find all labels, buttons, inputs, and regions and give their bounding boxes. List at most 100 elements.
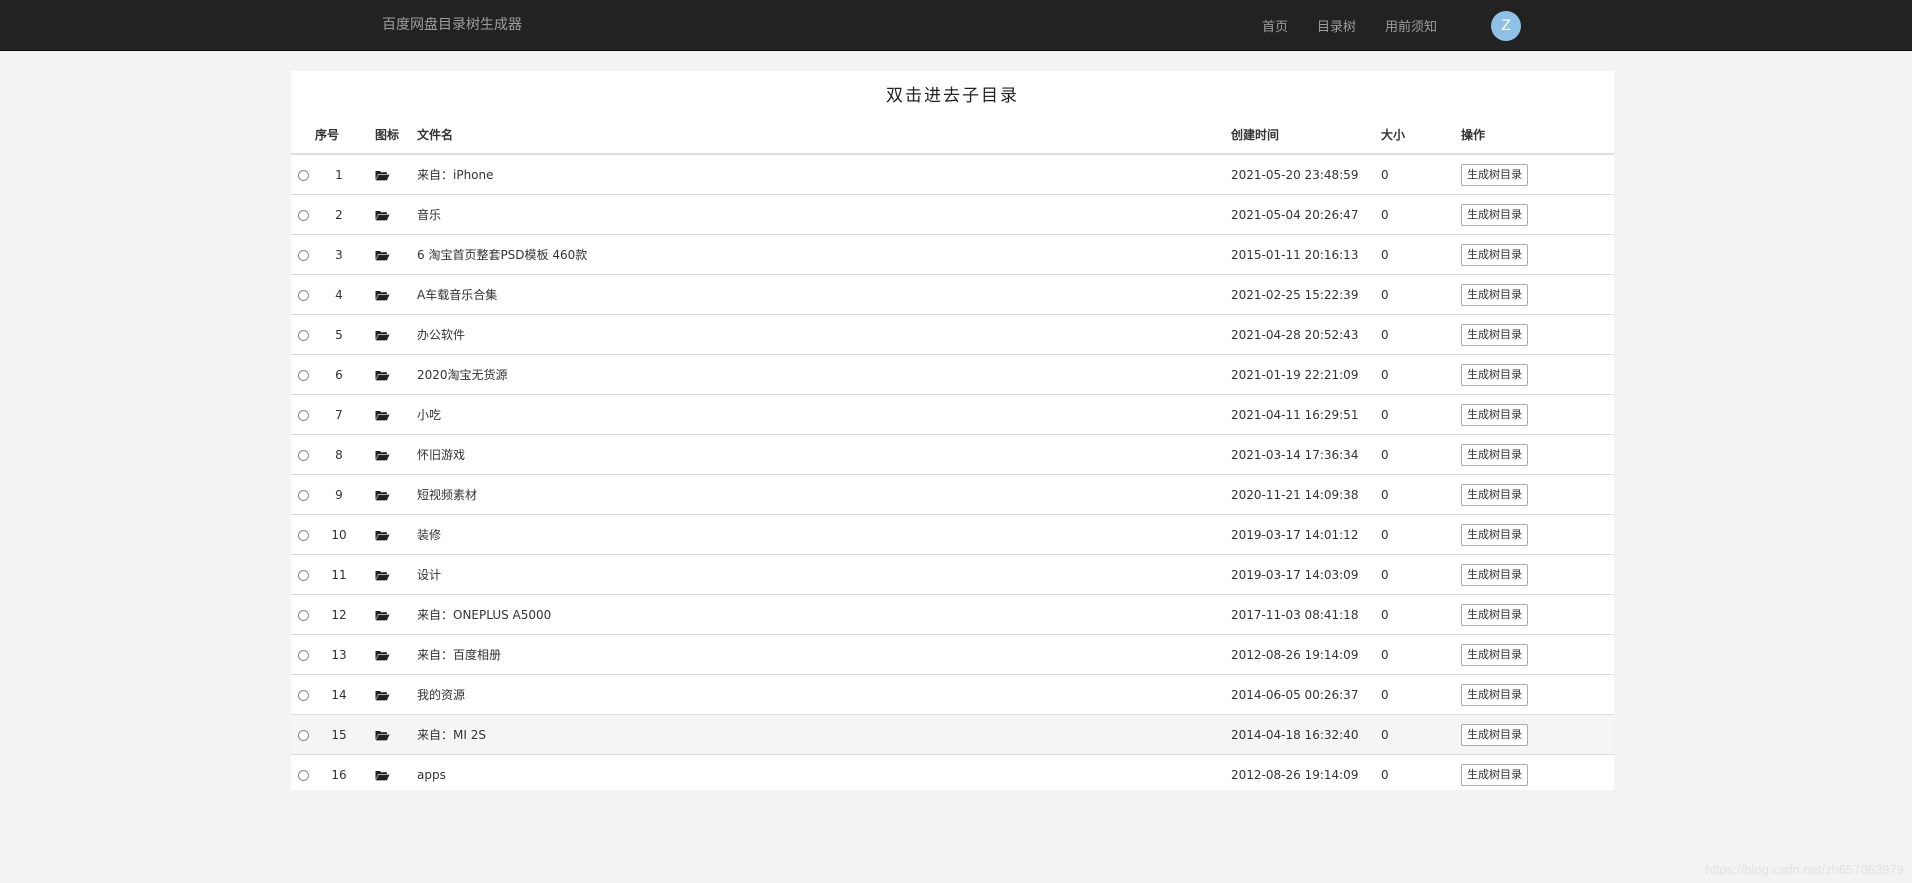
generate-tree-button[interactable]: 生成树目录 <box>1461 243 1528 266</box>
row-select-cell <box>291 154 315 195</box>
generate-tree-button[interactable]: 生成树目录 <box>1461 363 1528 386</box>
row-radio[interactable] <box>297 609 309 621</box>
row-radio[interactable] <box>297 289 309 301</box>
table-row[interactable]: 5 办公软件 2021-04-28 20:52:43 0 生成树目录 <box>291 314 1614 355</box>
nav-links: 首页 目录树 用前须知 <box>1262 0 1466 51</box>
row-index: 8 <box>315 434 363 475</box>
table-row[interactable]: 4 A车载音乐合集 2021-02-25 15:22:39 0 生成树目录 <box>291 274 1614 315</box>
row-action-cell: 生成树目录 <box>1461 514 1614 555</box>
generate-tree-button[interactable]: 生成树目录 <box>1461 323 1528 346</box>
row-filename[interactable]: apps <box>417 754 1231 794</box>
table-row[interactable]: 1 来自：iPhone 2021-05-20 23:48:59 0 生成树目录 <box>291 154 1614 195</box>
row-radio[interactable] <box>297 489 309 501</box>
folder-open-icon <box>375 248 390 262</box>
folder-open-icon <box>375 528 390 542</box>
header-filename: 文件名 <box>417 116 1231 155</box>
generate-tree-button[interactable]: 生成树目录 <box>1461 283 1528 306</box>
row-icon-cell <box>363 674 417 715</box>
table-row[interactable]: 12 来自：ONEPLUS A5000 2017-11-03 08:41:18 0 生成… <box>291 594 1614 635</box>
file-list-panel: 双击进去子目录 序号 图标 文件名 创建时间 大小 操作 1 来自：iPhone 2… <box>291 71 1614 794</box>
table-row[interactable]: 13 来自：百度相册 2012-08-26 19:14:09 0 生成树目录 <box>291 634 1614 675</box>
row-action-cell: 生成树目录 <box>1461 434 1614 475</box>
nav-link-notice[interactable]: 用前须知 <box>1385 16 1437 35</box>
header-index: 序号 <box>315 116 363 155</box>
table-row[interactable]: 14 我的资源 2014-06-05 00:26:37 0 生成树目录 <box>291 674 1614 715</box>
table-row[interactable]: 10 装修 2019-03-17 14:01:12 0 生成树目录 <box>291 514 1614 555</box>
row-radio[interactable] <box>297 729 309 741</box>
file-table-body: 1 来自：iPhone 2021-05-20 23:48:59 0 生成树目录 2 音乐 20… <box>291 154 1614 794</box>
row-radio[interactable] <box>297 409 309 421</box>
brand-title[interactable]: 百度网盘目录树生成器 <box>382 0 522 51</box>
generate-tree-button[interactable]: 生成树目录 <box>1461 763 1528 786</box>
generate-tree-button[interactable]: 生成树目录 <box>1461 443 1528 466</box>
row-filename[interactable]: 我的资源 <box>417 674 1231 715</box>
row-index: 10 <box>315 514 363 555</box>
row-icon-cell <box>363 154 417 195</box>
table-row[interactable]: 7 小吃 2021-04-11 16:29:51 0 生成树目录 <box>291 394 1614 435</box>
panel-title: 双击进去子目录 <box>886 86 1019 106</box>
generate-tree-button[interactable]: 生成树目录 <box>1461 523 1528 546</box>
table-row[interactable]: 8 怀旧游戏 2021-03-14 17:36:34 0 生成树目录 <box>291 434 1614 475</box>
row-radio[interactable] <box>297 689 309 701</box>
top-navbar: 百度网盘目录树生成器 首页 目录树 用前须知 Z <box>0 0 1912 51</box>
generate-tree-button[interactable]: 生成树目录 <box>1461 483 1528 506</box>
row-select-cell <box>291 434 315 475</box>
file-table: 序号 图标 文件名 创建时间 大小 操作 1 来自：iPhone 2021-05-2… <box>291 116 1614 794</box>
row-radio[interactable] <box>297 169 309 181</box>
row-filename[interactable]: 来自：ONEPLUS A5000 <box>417 594 1231 635</box>
row-select-cell <box>291 274 315 315</box>
row-filename[interactable]: 来自：iPhone <box>417 154 1231 195</box>
nav-link-tree[interactable]: 目录树 <box>1317 16 1356 35</box>
row-filename[interactable]: 办公软件 <box>417 314 1231 355</box>
row-filename[interactable]: 小吃 <box>417 394 1231 435</box>
header-icon: 图标 <box>363 116 417 155</box>
nav-link-home[interactable]: 首页 <box>1262 16 1288 35</box>
generate-tree-button[interactable]: 生成树目录 <box>1461 723 1528 746</box>
row-radio[interactable] <box>297 529 309 541</box>
row-action-cell: 生成树目录 <box>1461 554 1614 595</box>
folder-open-icon <box>375 168 390 182</box>
row-filename[interactable]: 来自：MI 2S <box>417 714 1231 755</box>
row-radio[interactable] <box>297 249 309 261</box>
row-radio[interactable] <box>297 769 309 781</box>
row-radio[interactable] <box>297 329 309 341</box>
row-filename[interactable]: 装修 <box>417 514 1231 555</box>
table-row[interactable]: 6 2020淘宝无货源 2021-01-19 22:21:09 0 生成树目录 <box>291 354 1614 395</box>
header-created: 创建时间 <box>1231 116 1381 155</box>
folder-open-icon <box>375 488 390 502</box>
table-row[interactable]: 9 短视频素材 2020-11-21 14:09:38 0 生成树目录 <box>291 474 1614 515</box>
row-size: 0 <box>1381 714 1461 755</box>
row-filename[interactable]: 音乐 <box>417 194 1231 235</box>
table-row[interactable]: 3 6 淘宝首页整套PSD模板 460款 2015-01-11 20:16:13 0 生… <box>291 234 1614 275</box>
table-row[interactable]: 11 设计 2019-03-17 14:03:09 0 生成树目录 <box>291 554 1614 595</box>
row-filename[interactable]: 2020淘宝无货源 <box>417 354 1231 395</box>
row-radio[interactable] <box>297 369 309 381</box>
row-filename[interactable]: 短视频素材 <box>417 474 1231 515</box>
table-row[interactable]: 16 apps 2012-08-26 19:14:09 0 生成树目录 <box>291 754 1614 794</box>
row-created: 2014-06-05 00:26:37 <box>1231 674 1381 715</box>
table-row[interactable]: 15 来自：MI 2S 2014-04-18 16:32:40 0 生成树目录 <box>291 714 1614 755</box>
row-action-cell: 生成树目录 <box>1461 154 1614 195</box>
row-filename[interactable]: 怀旧游戏 <box>417 434 1231 475</box>
row-radio[interactable] <box>297 569 309 581</box>
row-filename[interactable]: 设计 <box>417 554 1231 595</box>
user-avatar[interactable]: Z <box>1491 11 1521 41</box>
row-filename[interactable]: 6 淘宝首页整套PSD模板 460款 <box>417 234 1231 275</box>
generate-tree-button[interactable]: 生成树目录 <box>1461 203 1528 226</box>
row-radio[interactable] <box>297 209 309 221</box>
row-filename[interactable]: A车载音乐合集 <box>417 274 1231 315</box>
generate-tree-button[interactable]: 生成树目录 <box>1461 163 1528 186</box>
generate-tree-button[interactable]: 生成树目录 <box>1461 683 1528 706</box>
row-filename[interactable]: 来自：百度相册 <box>417 634 1231 675</box>
row-icon-cell <box>363 394 417 435</box>
generate-tree-button[interactable]: 生成树目录 <box>1461 643 1528 666</box>
generate-tree-button[interactable]: 生成树目录 <box>1461 563 1528 586</box>
row-radio[interactable] <box>297 449 309 461</box>
table-row[interactable]: 2 音乐 2021-05-04 20:26:47 0 生成树目录 <box>291 194 1614 235</box>
row-size: 0 <box>1381 194 1461 235</box>
generate-tree-button[interactable]: 生成树目录 <box>1461 403 1528 426</box>
row-action-cell: 生成树目录 <box>1461 274 1614 315</box>
row-radio[interactable] <box>297 649 309 661</box>
row-select-cell <box>291 354 315 395</box>
generate-tree-button[interactable]: 生成树目录 <box>1461 603 1528 626</box>
